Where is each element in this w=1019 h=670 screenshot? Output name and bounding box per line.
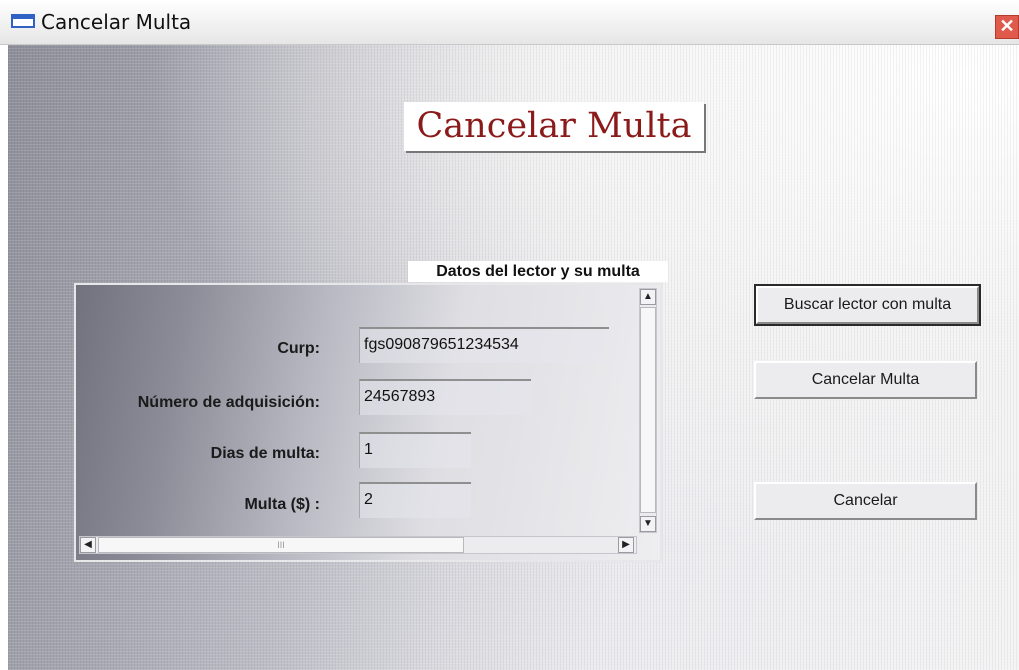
- page-title: Cancelar Multa: [404, 102, 704, 151]
- close-button[interactable]: ✕: [995, 15, 1019, 39]
- curp-label: Curp:: [277, 340, 320, 357]
- dias-multa-field[interactable]: 1: [359, 432, 471, 468]
- reader-fine-panel: Curp: fgs090879651234534 Número de adqui…: [74, 283, 662, 562]
- title-bar: Cancelar Multa ✕: [0, 0, 1019, 45]
- section-label: Datos del lector y su multa: [408, 261, 668, 282]
- horizontal-scroll-thumb[interactable]: III: [98, 537, 464, 553]
- multa-label: Multa ($) :: [244, 496, 320, 513]
- scroll-down-button[interactable]: ▼: [640, 516, 656, 532]
- scroll-left-button[interactable]: ◀: [80, 537, 96, 553]
- vertical-scroll-thumb[interactable]: [640, 307, 656, 513]
- numero-adquisicion-field[interactable]: 24567893: [359, 379, 531, 415]
- scroll-up-button[interactable]: ▲: [640, 289, 656, 305]
- scroll-right-button[interactable]: ▶: [618, 537, 634, 553]
- multa-field[interactable]: 2: [359, 482, 471, 518]
- window-icon: [11, 14, 35, 28]
- cancelar-multa-button[interactable]: Cancelar Multa: [754, 361, 977, 399]
- curp-field[interactable]: fgs090879651234534: [359, 327, 609, 363]
- dias-multa-label: Dias de multa:: [210, 445, 320, 462]
- horizontal-scrollbar[interactable]: ◀ III ▶: [79, 536, 637, 554]
- vertical-scrollbar[interactable]: ▲ ▼: [639, 288, 657, 533]
- cancelar-button[interactable]: Cancelar: [754, 482, 977, 520]
- window-title: Cancelar Multa: [41, 10, 192, 34]
- numero-adquisicion-label: Número de adquisición:: [137, 394, 320, 411]
- form-client-area: Cancelar Multa Datos del lector y su mul…: [8, 45, 1019, 670]
- buscar-lector-button[interactable]: Buscar lector con multa: [754, 284, 981, 326]
